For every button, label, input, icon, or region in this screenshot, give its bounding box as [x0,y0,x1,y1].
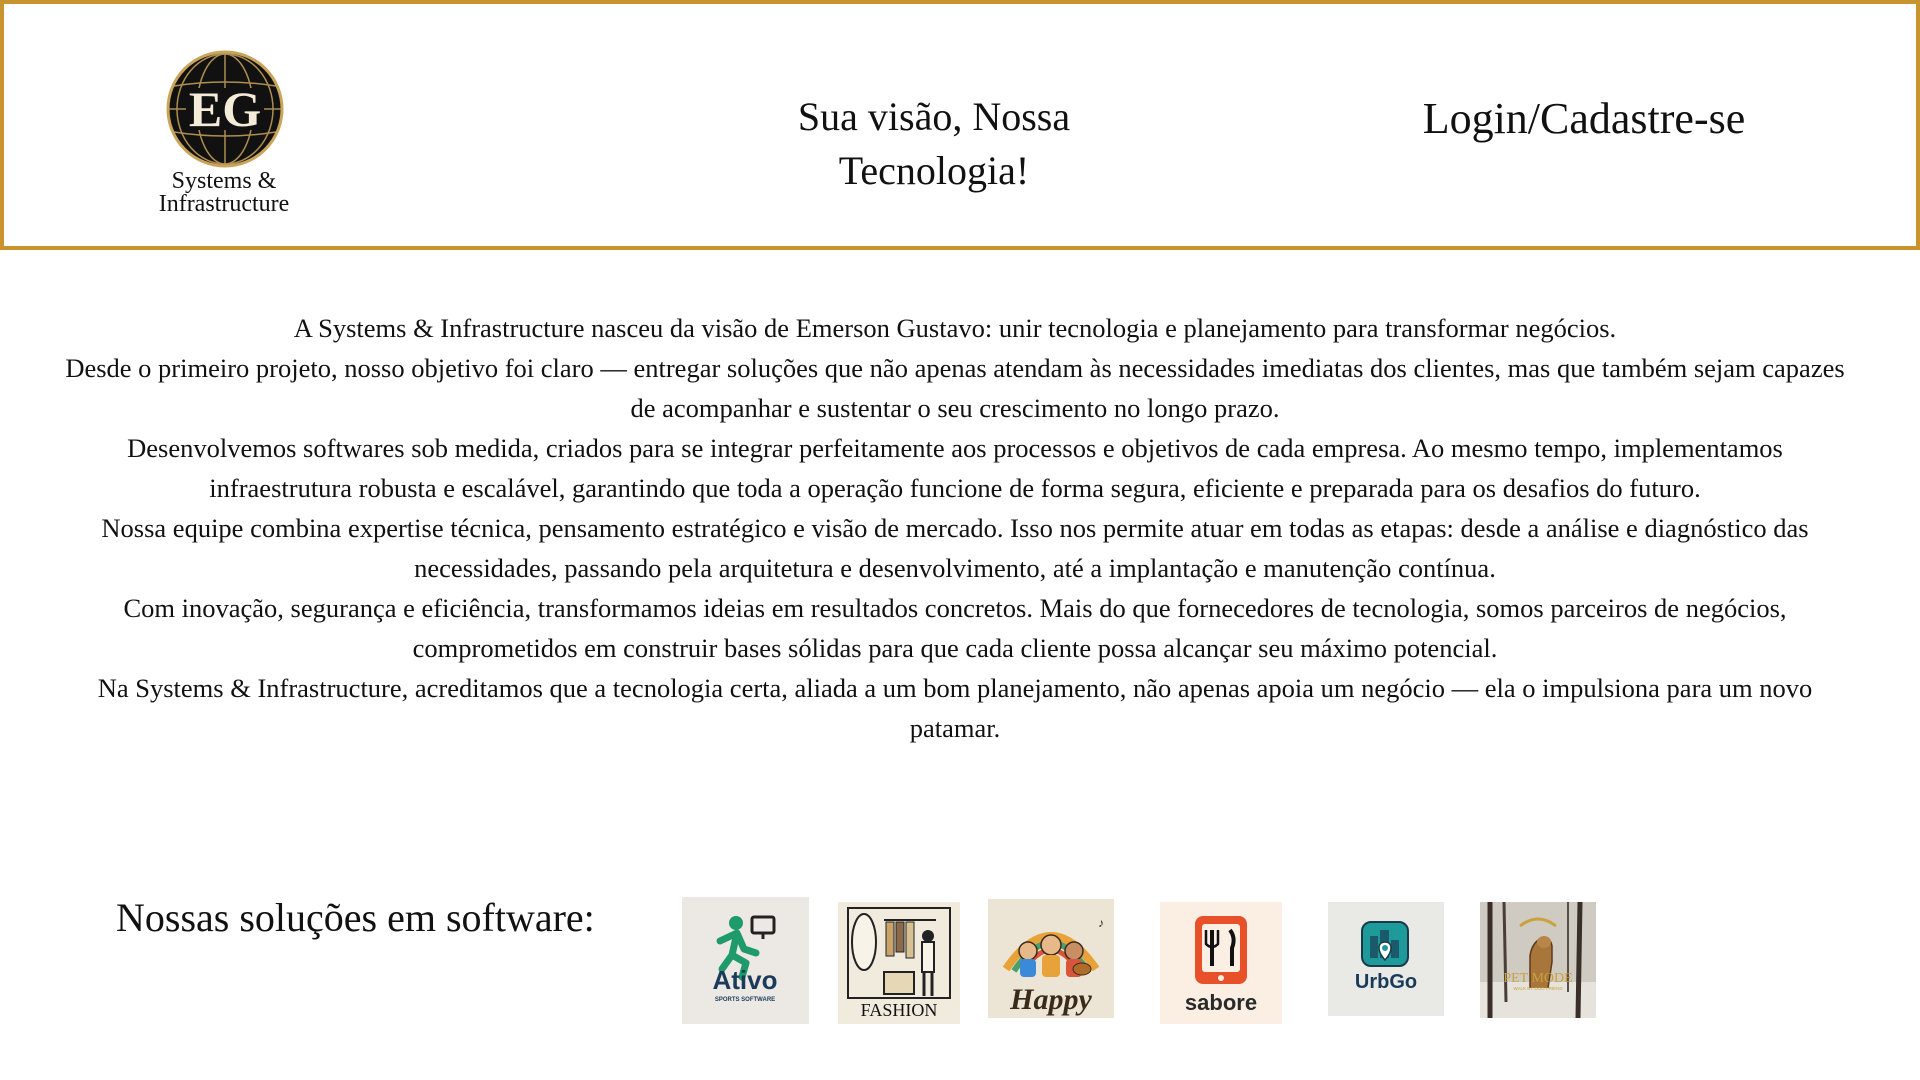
running-person-monitor-icon: Ativo SPORTS SOFTWARE [682,897,809,1024]
app-tile-petmode[interactable]: PET MODE WALK BY DOG FRIEND [1480,902,1596,1018]
logo-caption-line1: Systems & [171,168,277,194]
about-paragraph: Nossa equipe combina expertise técnica, … [101,513,1809,583]
about-section: A Systems & Infrastructure nasceu da vis… [60,308,1850,748]
site-header: EG Systems & Infrastructure Sua visão, N… [0,0,1920,250]
logo-caption: Systems & Infrastructure [144,168,304,217]
svg-text:SPORTS SOFTWARE: SPORTS SOFTWARE [715,997,775,1003]
about-paragraph: Na Systems & Infrastructure, acreditamos… [97,673,1813,743]
login-signup-link[interactable]: Login/Cadastre-se [1394,92,1774,146]
tagline-line2: Tecnologia! [838,148,1030,193]
wardrobe-mirror-icon: FASHION [838,902,960,1024]
svg-text:PET MODE: PET MODE [1503,971,1572,986]
kids-music-icon: ♪ Happy [988,899,1114,1018]
svg-text:FASHION: FASHION [861,1000,938,1020]
app-tile-happy[interactable]: ♪ Happy [988,899,1114,1018]
company-logo[interactable]: EG Systems & Infrastructure [144,44,304,224]
tagline: Sua visão, Nossa Tecnologia! [734,90,1134,198]
svg-text:WALK BY DOG FRIEND: WALK BY DOG FRIEND [1513,986,1563,991]
about-paragraph: Desenvolvemos softwares sob medida, cria… [127,433,1783,503]
about-paragraph: A Systems & Infrastructure nasceu da vis… [293,313,1617,343]
app-tile-ativo[interactable]: Ativo SPORTS SOFTWARE [682,897,809,1024]
svg-text:EG: EG [189,81,261,137]
svg-text:Happy: Happy [1009,983,1092,1016]
svg-text:sabore: sabore [1185,990,1257,1015]
about-paragraph: Desde o primeiro projeto, nosso objetivo… [65,353,1845,423]
fork-knife-phone-icon: sabore [1160,902,1282,1024]
app-tile-urbgo[interactable]: UrbGo [1328,902,1444,1016]
app-tile-fashion[interactable]: FASHION [838,902,960,1024]
about-paragraph: Com inovação, segurança e eficiência, tr… [123,593,1787,663]
svg-text:UrbGo: UrbGo [1355,971,1417,993]
city-map-pin-icon: UrbGo [1328,902,1444,1016]
svg-text:Ativo: Ativo [713,965,778,995]
globe-logo-icon: EG [166,50,284,168]
solutions-title: Nossas soluções em software: [116,895,595,940]
svg-text:♪: ♪ [1098,916,1104,930]
dog-in-forest-icon: PET MODE WALK BY DOG FRIEND [1480,902,1596,1018]
tagline-line1: Sua visão, Nossa [797,94,1071,139]
logo-caption-line2: Infrastructure [158,191,290,217]
app-tile-sabore[interactable]: sabore [1160,902,1282,1024]
